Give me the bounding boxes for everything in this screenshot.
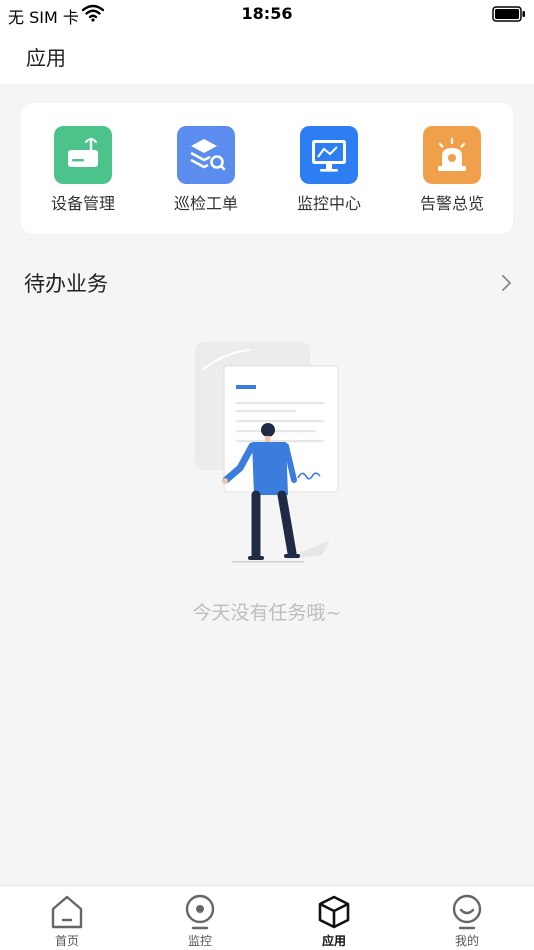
chevron-right-icon[interactable]: [498, 272, 514, 294]
status-bar: 无 SIM 卡 18:56: [0, 0, 534, 30]
apps-card: 设备管理 巡检工单 监控中心 告警总览: [21, 103, 513, 234]
tab-bar: 首页 监控 应用 我的: [0, 885, 534, 950]
app-label: 监控中心: [296, 194, 361, 213]
clock: 18:56: [241, 4, 293, 23]
app-alarm-overview[interactable]: 告警总览: [402, 126, 502, 218]
tab-profile[interactable]: 我的: [400, 886, 534, 950]
header: 应用: [0, 30, 534, 84]
app-monitoring-center[interactable]: 监控中心: [279, 126, 379, 218]
empty-state-text: 今天没有任务哦~: [192, 602, 342, 624]
tab-label: 监控: [187, 934, 212, 948]
app-label: 告警总览: [419, 194, 484, 213]
battery-icon: [492, 6, 525, 22]
home-icon: [51, 895, 83, 929]
app-inspection-orders[interactable]: 巡检工单: [156, 126, 256, 218]
empty-state-illustration: [195, 342, 339, 563]
app-device-management[interactable]: 设备管理: [33, 126, 133, 218]
cube-icon: [318, 895, 350, 929]
router-icon: [54, 126, 112, 184]
camera-icon: [185, 894, 215, 930]
todo-section-title: 待办业务: [24, 272, 108, 296]
monitor-icon: [300, 126, 358, 184]
layers-search-icon: [177, 126, 235, 184]
app-label: 设备管理: [50, 194, 115, 213]
tab-apps[interactable]: 应用: [267, 886, 401, 950]
tab-label: 应用: [321, 934, 346, 948]
tab-home[interactable]: 首页: [0, 886, 134, 950]
profile-icon: [452, 894, 482, 930]
alarm-light-icon: [423, 126, 481, 184]
tab-monitor[interactable]: 监控: [133, 886, 267, 950]
tab-label: 首页: [54, 934, 79, 948]
page-title: 应用: [26, 46, 66, 70]
tab-label: 我的: [454, 934, 479, 948]
app-label: 巡检工单: [173, 194, 238, 213]
